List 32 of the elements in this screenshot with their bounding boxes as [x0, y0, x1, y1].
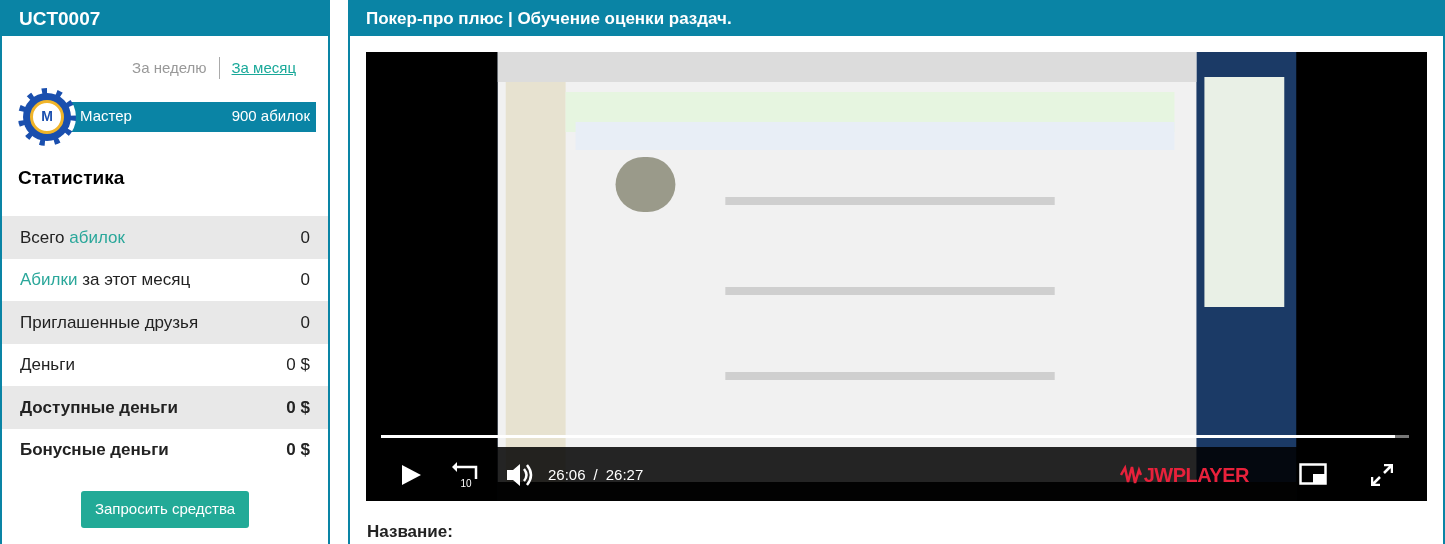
stat-value: 0 $	[286, 396, 310, 419]
stat-value: 0 $	[286, 354, 310, 376]
player-logo: JWPLAYER	[1143, 463, 1249, 488]
duration-time: 26:27	[605, 464, 644, 485]
stat-label: Деньги	[20, 354, 75, 376]
period-tab[interactable]: За неделю	[132, 57, 207, 80]
stat-label: Всего абилок	[20, 226, 125, 249]
elapsed-time: 26:06	[548, 464, 586, 485]
period-tab[interactable]: За месяц	[231, 57, 296, 80]
stat-value: 0	[300, 311, 310, 334]
section-title: Статистика	[17, 165, 126, 190]
request-funds-button[interactable]: Запросить средства	[80, 491, 250, 528]
picture-in-picture-icon[interactable]	[1299, 463, 1327, 487]
time-separator: /	[593, 464, 598, 485]
fullscreen-icon[interactable]	[1371, 464, 1393, 486]
stat-label: Приглашенные друзья	[20, 311, 199, 334]
stat-value: 0	[300, 226, 310, 249]
play-icon[interactable]	[400, 464, 422, 486]
field-label: Название:	[366, 521, 454, 543]
rank-name: Мастер	[80, 106, 132, 127]
stat-label: Абилки за этот месяц	[20, 269, 191, 291]
panel-title: Покер-про плюс | Обучение оценки раздач.	[350, 2, 1443, 36]
chip-letter: M	[41, 107, 53, 126]
stat-label: Бонусные деньги	[20, 439, 169, 461]
rewind-button[interactable]: 10	[452, 461, 480, 489]
waveform-logo-icon	[1119, 464, 1142, 486]
panel-title: UCT0007	[2, 2, 328, 36]
rank-points: 900 абилок	[231, 106, 310, 127]
volume-icon[interactable]	[506, 462, 534, 488]
stat-label: Доступные деньги	[20, 396, 178, 419]
stat-value: 0 $	[286, 439, 310, 461]
stat-value: 0	[300, 269, 310, 291]
